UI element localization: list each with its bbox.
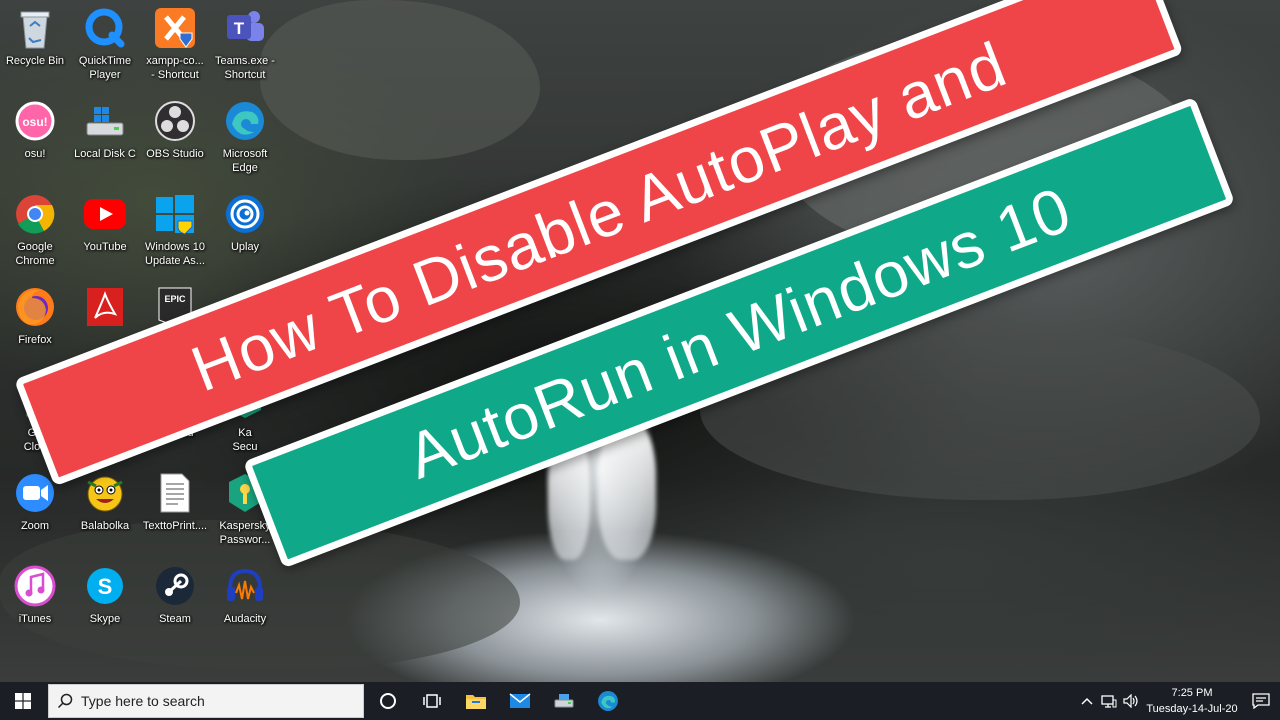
mail-button[interactable] [498, 682, 542, 720]
quicktime-icon [83, 6, 127, 50]
windows-logo-icon [15, 693, 31, 709]
desktop-icon-label: Teams.exe - Shortcut [215, 55, 275, 81]
edge-taskbar-button[interactable] [586, 682, 630, 720]
desktop-icon-label: Balabolka [80, 520, 130, 532]
desktop-icon-steam[interactable]: Steam [140, 558, 210, 646]
edge-icon [223, 99, 267, 143]
desktop-icon-label: iTunes [18, 613, 52, 625]
balabolka-icon [83, 471, 127, 515]
file-explorer-icon [466, 695, 486, 709]
svg-text:EPIC: EPIC [164, 294, 186, 304]
desktop-icon-label: QuickTime Player [78, 55, 132, 81]
cortana-icon [380, 693, 396, 709]
task-view-icon [423, 694, 441, 708]
file-explorer-button[interactable] [454, 682, 498, 720]
taskbar: Type here to search 7:25 PM Tuesday-14-J… [0, 682, 1280, 720]
search-placeholder: Type here to search [81, 693, 205, 709]
desktop-icon-obs[interactable]: OBS Studio [140, 93, 210, 181]
desktop-icon-recycle-bin[interactable]: Recycle Bin [0, 0, 70, 88]
volume-button[interactable] [1120, 682, 1142, 720]
desktop-icon-osu[interactable]: osu! osu! [0, 93, 70, 181]
desktop-icon-windows-update[interactable]: Windows 10 Update As... [140, 186, 210, 274]
desktop-icon-text-to-print[interactable]: TexttoPrint.... [140, 465, 210, 553]
task-view-button[interactable] [410, 682, 454, 720]
desktop-icon-label: xampp-co... - Shortcut [146, 55, 204, 81]
search-icon [49, 693, 81, 709]
desktop-icon-label: Zoom [20, 520, 50, 532]
zoom-icon [13, 471, 57, 515]
desktop-icon-label: OBS Studio [146, 148, 204, 160]
desktop-icon-balabolka[interactable]: Balabolka [70, 465, 140, 553]
network-icon [1101, 695, 1117, 708]
svg-text:T: T [234, 19, 245, 38]
desktop-icon-label: Microsoft Edge [222, 148, 268, 174]
desktop-icon-teams[interactable]: T Teams.exe - Shortcut [210, 0, 280, 88]
youtube-icon [83, 192, 127, 236]
text-document-icon [153, 471, 197, 515]
firefox-icon [13, 285, 57, 329]
chrome-icon [13, 192, 57, 236]
notification-icon [1252, 693, 1270, 709]
teams-icon: T [223, 6, 267, 50]
osu-icon: osu! [13, 99, 57, 143]
desktop-icon-quicktime[interactable]: QuickTime Player [70, 0, 140, 88]
network-drive-icon [554, 694, 574, 708]
taskbar-search-box[interactable]: Type here to search [48, 684, 364, 718]
desktop-icon-itunes[interactable]: iTunes [0, 558, 70, 646]
desktop-icon-local-disk[interactable]: Local Disk C [70, 93, 140, 181]
desktop-icon-label: Firefox [18, 334, 52, 346]
wallpaper-rock [260, 0, 540, 160]
network-status-button[interactable] [1098, 682, 1120, 720]
desktop-icon-chrome[interactable]: Google Chrome [0, 186, 70, 274]
local-disk-icon [83, 99, 127, 143]
desktop-icon-label: Windows 10 Update As... [145, 241, 205, 267]
svg-text:osu!: osu! [22, 115, 47, 129]
skype-icon: S [83, 564, 127, 608]
desktop-icon-edge[interactable]: Microsoft Edge [210, 93, 280, 181]
desktop-icon-label: osu! [24, 148, 46, 160]
system-tray: 7:25 PM Tuesday-14-Jul-20 [1076, 682, 1280, 720]
recycle-bin-icon [13, 6, 57, 50]
desktop-icon-label: Skype [89, 613, 121, 625]
desktop-icon-label: Recycle Bin [5, 55, 65, 67]
desktop-icon-label: Google Chrome [15, 241, 55, 267]
chevron-up-icon [1081, 697, 1093, 705]
edge-icon [598, 691, 618, 711]
windows-update-icon [153, 192, 197, 236]
desktop-icon-label: YouTube [83, 241, 127, 253]
desktop-icon-label: TexttoPrint.... [142, 520, 208, 532]
speaker-icon [1123, 694, 1138, 708]
network-drive-button[interactable] [542, 682, 586, 720]
audacity-icon [223, 564, 267, 608]
desktop-icon-audacity[interactable]: Audacity [210, 558, 280, 646]
desktop-icon-xampp[interactable]: xampp-co... - Shortcut [140, 0, 210, 88]
start-button[interactable] [0, 682, 46, 720]
itunes-icon [13, 564, 57, 608]
desktop-icon-firefox[interactable]: Firefox [0, 279, 70, 367]
action-center-button[interactable] [1242, 682, 1280, 720]
mail-icon [509, 693, 531, 708]
desktop-icon-skype[interactable]: S Skype [70, 558, 140, 646]
cortana-button[interactable] [366, 682, 410, 720]
uplay-icon [223, 192, 267, 236]
desktop-icon-uplay[interactable]: Uplay [210, 186, 280, 274]
obs-icon [153, 99, 197, 143]
desktop-icon-label: Uplay [230, 241, 260, 253]
desktop-icon-youtube[interactable]: YouTube [70, 186, 140, 274]
xampp-icon [153, 6, 197, 50]
desktop-icon-label: Local Disk C [74, 148, 136, 160]
svg-text:S: S [98, 574, 113, 599]
show-hidden-icons-button[interactable] [1076, 682, 1098, 720]
desktop-icon-label: Steam [159, 613, 191, 625]
clock-date: Tuesday-14-Jul-20 [1146, 703, 1238, 715]
acrobat-icon [83, 285, 127, 329]
steam-icon [153, 564, 197, 608]
desktop-icon-label: Ka Secu [232, 427, 258, 453]
clock-time: 7:25 PM [1171, 687, 1213, 699]
desktop-icon-label: Audacity [223, 613, 267, 625]
taskbar-clock[interactable]: 7:25 PM Tuesday-14-Jul-20 [1142, 685, 1242, 717]
